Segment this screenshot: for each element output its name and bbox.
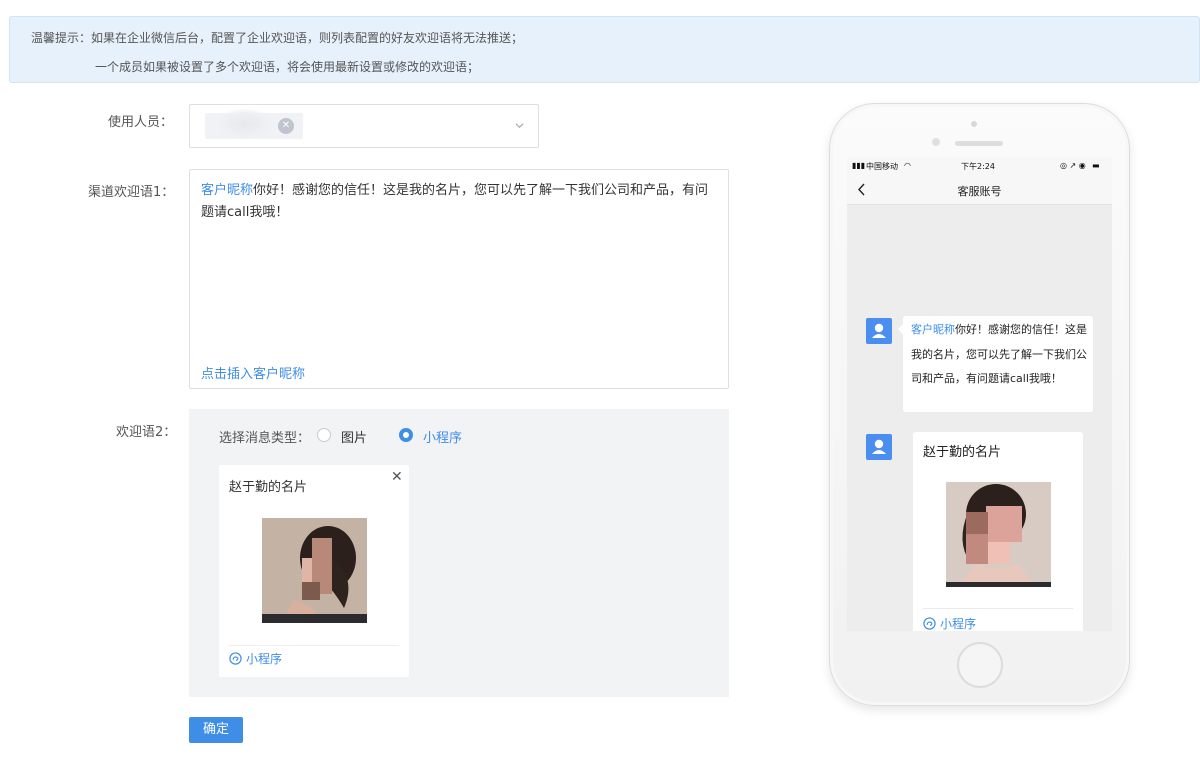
battery-icon: ▬ [1092, 161, 1100, 170]
notice-line-2: 一个成员如果被设置了多个欢迎语，将会使用最新设置或修改的欢迎语； [95, 60, 480, 74]
miniprogram-card: 赵于勤的名片 ✕ 小程序 [219, 465, 409, 677]
phone-screen: ▮▮▮ 中国移动 ◠ 下午2:24 ◎ ↗ ◉ ▬ 客服账号 客户昵称你好！感谢… [847, 157, 1112, 631]
status-icons: ◎ ↗ ◉ [1060, 161, 1086, 170]
radio-image[interactable] [317, 428, 331, 442]
miniprogram-icon [229, 652, 242, 665]
phone-speaker [955, 141, 1003, 146]
phone-camera [971, 121, 977, 127]
card-footer: 小程序 [229, 650, 282, 667]
blurred-user-name [217, 109, 273, 139]
user-tag: ✕ [205, 109, 303, 139]
chat-title: 客服账号 [957, 185, 1002, 198]
welcome1-label: 渠道欢迎语1： [88, 185, 175, 200]
welcome1-text: 你好！感谢您的信任！这是我的名片，您可以先了解一下我们公司和产品，有问题请cal… [201, 183, 709, 220]
bubble-card-footer-label: 小程序 [940, 617, 977, 631]
tag-remove-icon[interactable]: ✕ [278, 118, 294, 134]
chat-bubble-card: 赵于勤的名片 小程序 [913, 432, 1083, 631]
bubble-card-footer: 小程序 [923, 615, 976, 631]
card-photo [262, 518, 367, 623]
radio-miniprogram[interactable] [399, 428, 413, 442]
notice-line-1: 温馨提示：如果在企业微信后台，配置了企业欢迎语，则列表配置的好友欢迎语将无法推送… [31, 31, 524, 45]
welcome1-textarea[interactable]: 客户昵称你好！感谢您的信任！这是我的名片，您可以先了解一下我们公司和产品，有问题… [189, 169, 729, 389]
radio-miniprogram-label[interactable]: 小程序 [423, 427, 462, 446]
bubble-card-divider [923, 608, 1073, 609]
bubble-card-photo [946, 482, 1051, 587]
radio-image-label[interactable]: 图片 [341, 427, 367, 446]
insert-nickname-link[interactable]: 点击插入客户昵称 [201, 363, 305, 382]
welcome1-content: 客户昵称你好！感谢您的信任！这是我的名片，您可以先了解一下我们公司和产品，有问题… [201, 180, 721, 224]
miniprogram-icon [923, 617, 936, 630]
bubble-nickname: 客户昵称 [911, 323, 955, 336]
user-select[interactable]: ✕ [189, 104, 539, 148]
bubble-card-title: 赵于勤的名片 [923, 445, 1002, 460]
signal-icon: ▮▮▮ [852, 161, 866, 170]
chevron-down-icon [515, 123, 524, 129]
phone-preview: ▮▮▮ 中国移动 ◠ 下午2:24 ◎ ↗ ◉ ▬ 客服账号 客户昵称你好！感谢… [829, 103, 1130, 706]
card-divider [229, 645, 399, 646]
notice-banner: 温馨提示：如果在企业微信后台，配置了企业欢迎语，则列表配置的好友欢迎语将无法推送… [9, 16, 1200, 83]
carrier-text: 中国移动 [866, 162, 898, 171]
confirm-button[interactable]: 确定 [189, 717, 243, 743]
avatar-icon [866, 318, 892, 344]
welcome2-label: 欢迎语2： [116, 425, 177, 440]
nickname-token: 客户昵称 [201, 183, 254, 198]
bubble-arrow [898, 324, 903, 334]
card-title: 赵于勤的名片 [229, 480, 308, 495]
card-close-icon[interactable]: ✕ [391, 469, 403, 485]
wifi-icon: ◠ [904, 161, 911, 170]
avatar-icon [866, 434, 892, 460]
chat-navbar: 客服账号 [847, 175, 1112, 205]
message-type-label: 选择消息类型： [219, 431, 311, 446]
card-footer-label: 小程序 [246, 652, 283, 666]
user-label: 使用人员： [108, 115, 174, 130]
chat-bubble-text: 客户昵称你好！感谢您的信任！这是我的名片，您可以先了解一下我们公司和产品，有问题… [898, 316, 1093, 412]
welcome2-panel: 选择消息类型： 图片 小程序 赵于勤的名片 ✕ 小程序 [189, 409, 729, 697]
phone-home-button[interactable] [957, 642, 1003, 688]
phone-front-camera [932, 138, 940, 146]
bubble-content: 客户昵称你好！感谢您的信任！这是我的名片，您可以先了解一下我们公司和产品，有问题… [911, 318, 1089, 392]
status-time: 下午2:24 [961, 162, 995, 171]
status-bar: ▮▮▮ 中国移动 ◠ 下午2:24 ◎ ↗ ◉ ▬ [847, 157, 1112, 175]
